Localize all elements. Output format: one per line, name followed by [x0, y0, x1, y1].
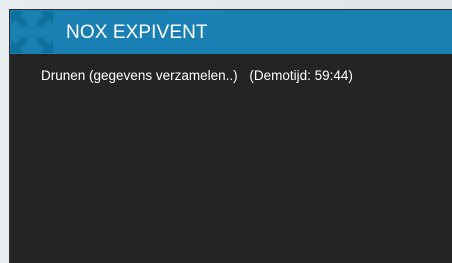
location-status: Drunen (gegevens verzamelen..) — [41, 68, 238, 83]
compress-arrows-icon — [11, 11, 53, 53]
title-bar: NOX EXPIVENT — [10, 10, 452, 54]
main-content: Drunen (gegevens verzamelen..) (Demotijd… — [10, 54, 452, 263]
app-title: NOX EXPIVENT — [66, 22, 208, 43]
app-window: NOX EXPIVENT Drunen (gegevens verzamelen… — [10, 10, 452, 263]
status-line: Drunen (gegevens verzamelen..) (Demotijd… — [41, 67, 353, 85]
demo-time: (Demotijd: 59:44) — [249, 68, 353, 83]
